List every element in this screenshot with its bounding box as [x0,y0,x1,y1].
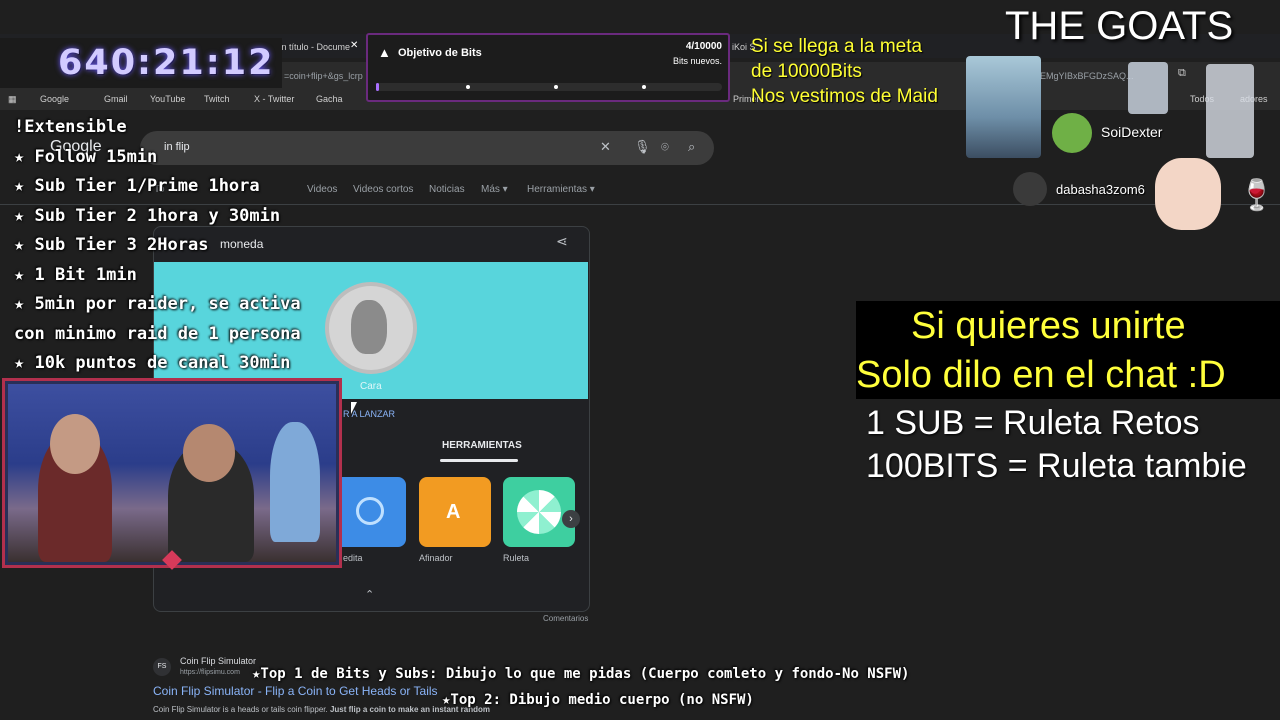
bookmark-gmail[interactable]: Gmail [104,94,128,104]
chatter-avatar [1052,113,1092,153]
rule-line: ★ 10k puntos de canal 30min [14,353,291,373]
milestone-marker [554,85,558,89]
address-bar[interactable]: =coin+flip+&gs_lcrp [284,71,363,81]
mouse-cursor [351,402,357,414]
share-icon[interactable]: ⋖ [556,233,568,250]
tab-news[interactable]: Noticias [429,184,465,195]
address-bar-tail: EMgYIBxBFGDzSAQ... [1040,71,1134,81]
tab-tools[interactable]: Herramientas ▾ [527,184,595,195]
close-tab-icon[interactable]: ✕ [350,40,358,51]
subathon-rules: !Extensible ★ Follow 15min ★ Sub Tier 1/… [14,113,301,379]
bits-goal-subtitle: Bits nuevos. [672,56,722,66]
search-icon[interactable]: ⌕ [688,139,695,155]
rule-line: ★ 5min por raider, se activa [14,294,301,314]
tab-short-videos[interactable]: Videos cortos [353,184,413,195]
apps-icon[interactable]: ▦ [8,94,17,105]
milestone-marker [642,85,646,89]
snippet-text: Coin Flip Simulator is a heads or tails … [153,705,330,714]
feedback-link[interactable]: Comentarios [543,614,588,623]
goal-line: Nos vestimos de Maid [751,86,938,107]
rule-line: con minimo raid de 1 persona [14,323,301,344]
tuner-icon: A [446,501,461,523]
roulette-line: 1 SUB = Ruleta Retos [866,404,1200,442]
roulette-line: 100BITS = Ruleta tambie [866,447,1247,485]
roulette-rules: 1 SUB = Ruleta Retos 100BITS = Ruleta ta… [866,402,1247,488]
coin-result-label: Cara [360,381,382,392]
anime-sticker [1128,62,1168,114]
rule-line: ★ Sub Tier 1/Prime 1hora [14,176,260,196]
join-promo-box: Si quieres unirte Solo dilo en el chat :… [856,301,1280,399]
rule-line: ★ 1 Bit 1min [14,264,137,285]
webcam-feed [8,384,336,562]
bits-progress-bar [376,83,722,91]
goal-description: Si se llega a la meta de 10000Bits Nos v… [751,34,938,109]
top-reward-line: ★Top 1 de Bits y Subs: Dibujo lo que me … [252,666,910,682]
tool-tuner[interactable]: A [419,477,491,547]
rule-line: ★ Sub Tier 2 1hora y 30min [14,205,281,226]
result-favicon: FS [153,658,171,676]
rule-line: ★ Sub Tier 3 2Horas [14,235,209,255]
streamer-face [50,414,100,474]
chatter-name: SoiDexter [1101,124,1163,140]
bits-goal-title: Objetivo de Bits [398,47,482,59]
camera-search-icon[interactable]: ⌾ [661,139,669,155]
clear-icon[interactable]: ✕ [600,139,611,155]
tool-label: Afinador [419,553,453,563]
cartoon-face-sticker [1155,158,1221,230]
extensions-icon[interactable]: ⧉ [1178,67,1186,80]
team-title: THE GOATS [1005,4,1234,48]
bookmark-google[interactable]: Google [40,94,69,104]
tab-more[interactable]: Más ▾ [481,184,508,195]
rule-line: !Extensible [14,117,127,137]
bookmark-x-twitter[interactable]: X - Twitter [254,94,294,104]
result-title-link[interactable]: Coin Flip Simulator - Flip a Coin to Get… [153,684,438,698]
bookmark-youtube[interactable]: YouTube [150,94,185,104]
wheel-icon [517,490,561,534]
subathon-timer: 640:21:12 [0,38,282,88]
coin-image[interactable] [325,282,417,374]
tools-tab-indicator [440,459,518,462]
bits-icon: ▲ [378,45,391,60]
result-snippet: Coin Flip Simulator is a heads or tails … [153,705,490,714]
bookmark-twitch[interactable]: Twitch [204,94,230,104]
milestone-marker [466,85,470,89]
promo-line: Solo dilo en el chat :D [856,354,1226,396]
breathing-icon [356,497,384,525]
tool-meditate[interactable] [334,477,406,547]
team-member-avatar [966,56,1041,158]
chevron-up-icon[interactable]: ⌃ [365,588,374,601]
bits-goal-widget: ▲ Objetivo de Bits 4/10000 Bits nuevos. [366,33,730,102]
result-site-name[interactable]: Coin Flip Simulator [180,656,256,666]
guest-face [183,424,235,482]
bits-goal-count: 4/10000 [685,41,722,52]
bits-progress-fill [376,83,379,91]
mic-icon[interactable]: 🎙 [634,139,651,155]
tab-document[interactable]: sin título - Docume [275,42,350,52]
bookmark-gacha[interactable]: Gacha [316,94,343,104]
goal-line: de 10000Bits [751,61,862,82]
result-url[interactable]: https://flipsimu.com [180,669,240,676]
tool-label: edita [343,553,363,563]
timer-value: 640:21:12 [58,43,275,83]
chatter-name: dabasha3zom6 [1056,182,1145,197]
goal-line: Si se llega a la meta [751,36,923,57]
chevron-right-icon[interactable]: › [562,510,580,528]
chatter-avatar [1013,172,1047,206]
wine-glass-icon: 🍷 [1238,179,1276,212]
promo-line: Si quieres unirte [911,305,1186,347]
rule-line: ★ Follow 15min [14,146,158,167]
tool-label: Ruleta [503,553,530,563]
tools-tab[interactable]: HERRAMIENTAS [442,440,522,451]
coin-profile-icon [351,300,387,354]
tab-videos[interactable]: Videos [307,184,337,195]
anime-sticker [1206,64,1254,158]
figurine [270,422,320,542]
top-reward-line: ★Top 2: Dibujo medio cuerpo (no NSFW) [442,692,754,708]
